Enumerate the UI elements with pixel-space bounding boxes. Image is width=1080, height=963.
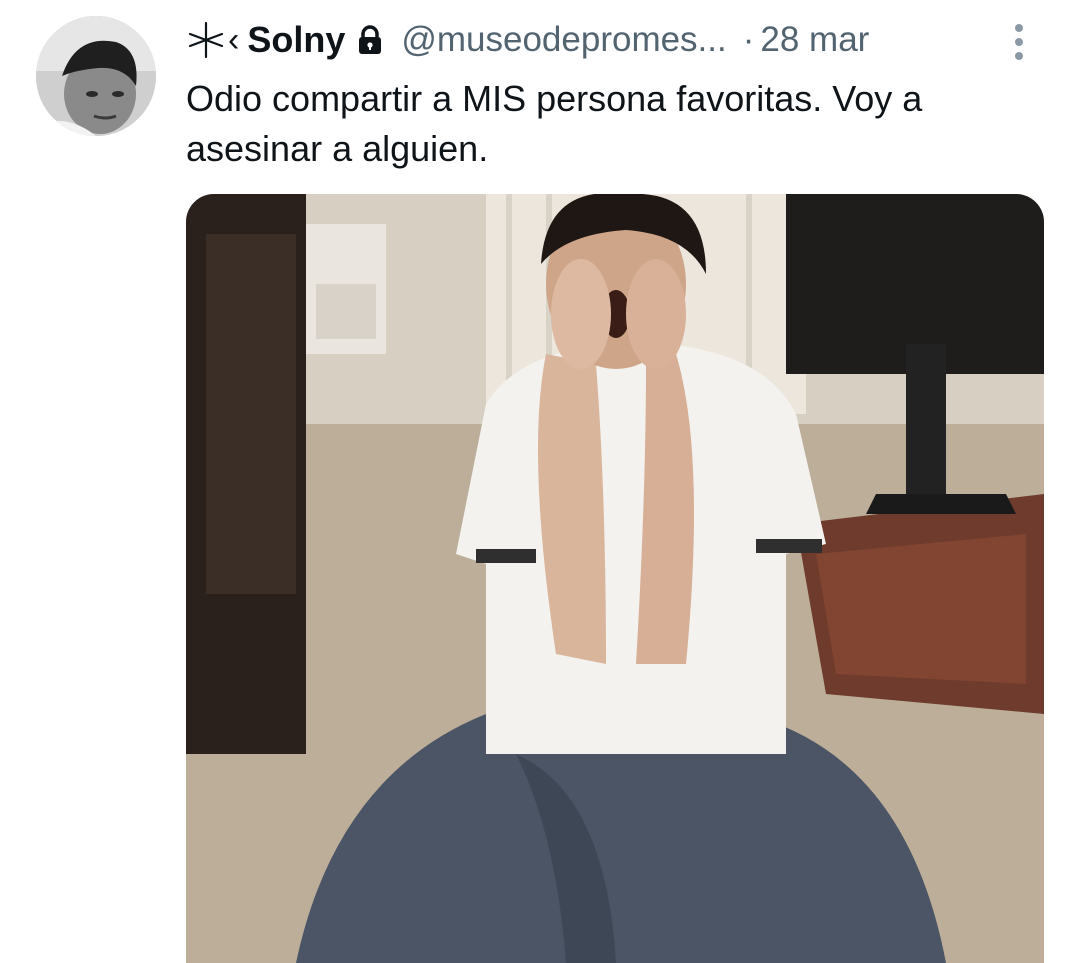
- display-name[interactable]: Solny: [247, 19, 345, 61]
- tweet-header: ‹ Solny @museodepromes... · 28 mar: [186, 14, 869, 66]
- star-icon: [188, 21, 224, 59]
- more-vertical-icon[interactable]: [1010, 22, 1028, 62]
- tweet-date[interactable]: 28 mar: [760, 20, 869, 60]
- tweet-media[interactable]: [186, 194, 1044, 963]
- avatar[interactable]: [36, 16, 156, 136]
- tweet[interactable]: ‹ Solny @museodepromes... · 28 mar Odio …: [0, 0, 1080, 963]
- user-handle[interactable]: @museodepromes...: [401, 20, 726, 60]
- name-prefix: ‹: [228, 20, 240, 59]
- separator-dot: ·: [742, 20, 755, 59]
- tweet-text: Odio compartir a MIS persona favoritas. …: [186, 78, 923, 169]
- lock-icon: [359, 25, 382, 54]
